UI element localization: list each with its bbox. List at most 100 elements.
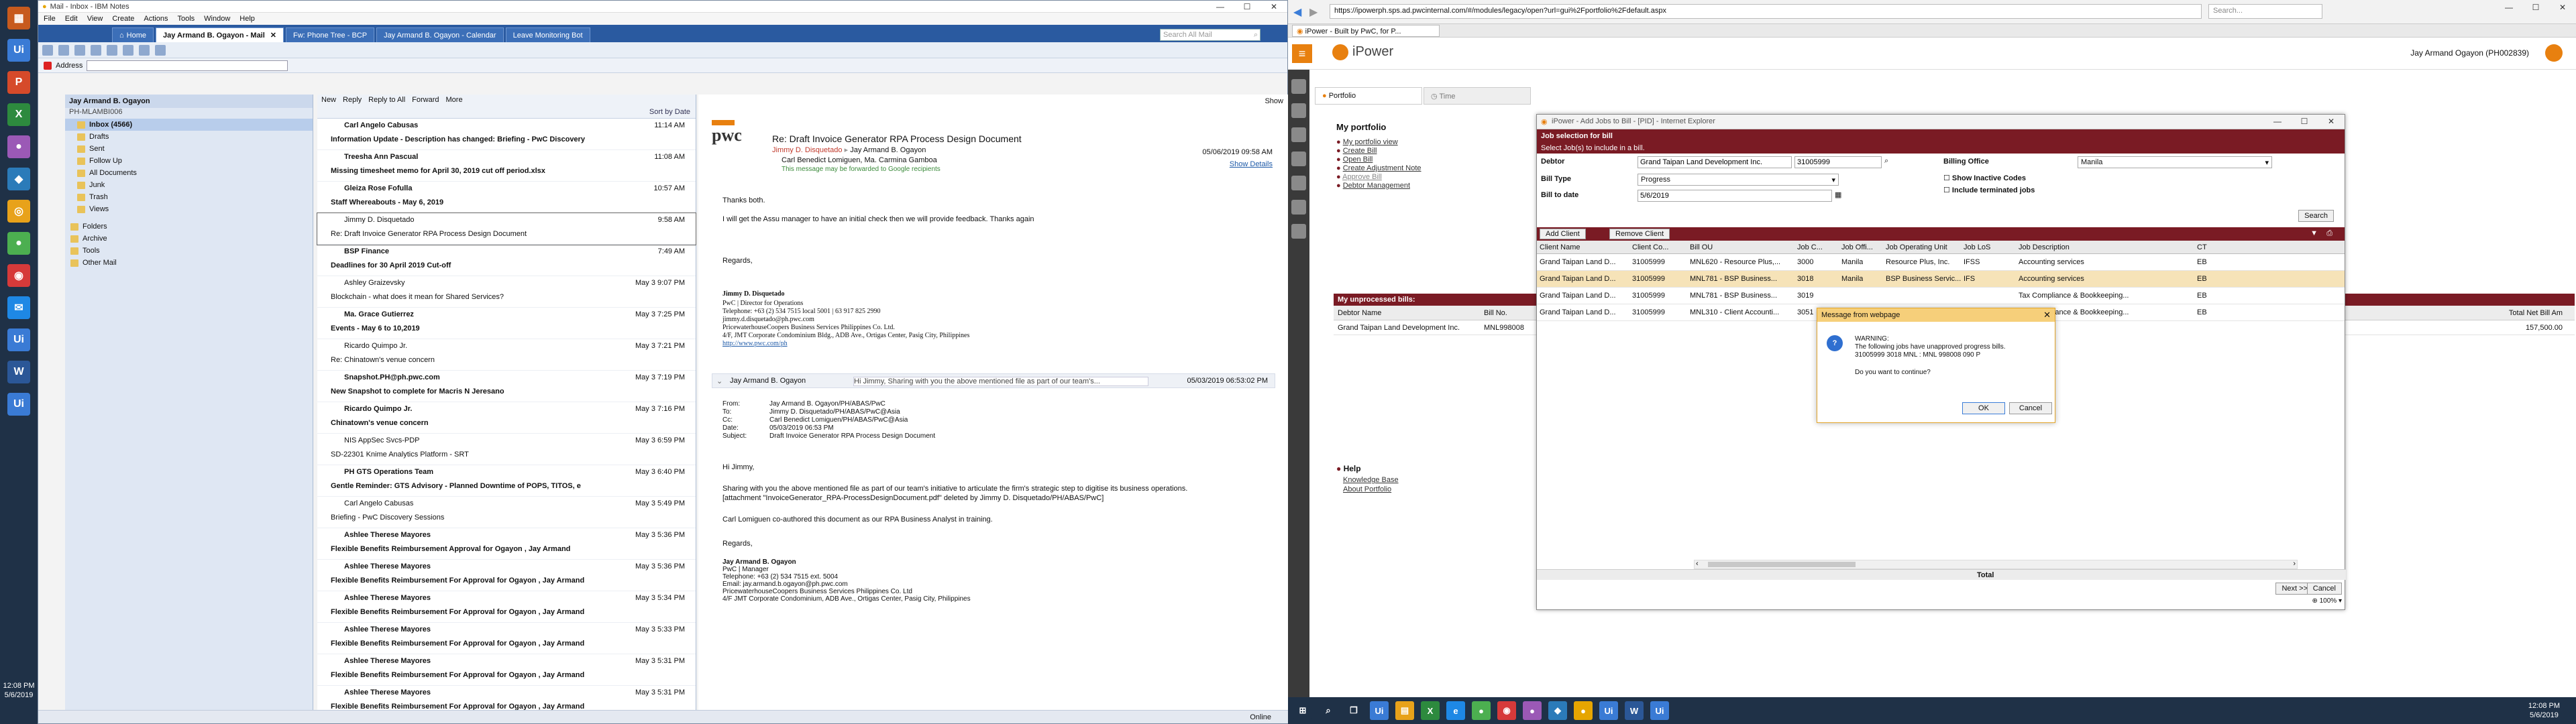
tab-portfolio[interactable]: ● Portfolio bbox=[1315, 87, 1422, 105]
portfolio-link[interactable]: ● Open Bill bbox=[1336, 156, 1421, 164]
bookmark-icon[interactable] bbox=[107, 44, 117, 56]
message-row[interactable]: Ashlee Therese Mayores May 3 5:31 PM Flexi… bbox=[317, 654, 696, 686]
app-icon[interactable]: Ui bbox=[7, 328, 30, 351]
reply-all-button[interactable]: Reply to All bbox=[368, 96, 405, 104]
maximize-button[interactable]: ☐ bbox=[2522, 3, 2549, 12]
menu-edit[interactable]: Edit bbox=[65, 15, 78, 23]
collapse-icon[interactable]: ⌄ bbox=[716, 377, 722, 385]
app-icon[interactable]: Ui bbox=[1650, 701, 1669, 720]
billing-office-select[interactable]: Manila ▾ bbox=[2078, 156, 2272, 168]
nav-folders[interactable]: Folders bbox=[65, 221, 313, 233]
tab-mail[interactable]: Jay Armand B. Ogayon - Mail ✕ bbox=[156, 27, 284, 42]
message-row[interactable]: Snapshot.PH@ph.pwc.com May 3 7:19 PM New S… bbox=[317, 371, 696, 402]
nav-views[interactable]: Views bbox=[65, 203, 313, 215]
refresh-icon[interactable] bbox=[74, 44, 85, 56]
tab-phone-tree[interactable]: Fw: Phone Tree - BCP bbox=[286, 27, 375, 42]
nav-follow-up[interactable]: Follow Up bbox=[65, 155, 313, 167]
new-button[interactable]: New bbox=[321, 96, 336, 104]
flag-icon[interactable] bbox=[155, 44, 166, 56]
col-job-los[interactable]: Job LoS bbox=[1964, 243, 1990, 251]
app-icon[interactable]: W bbox=[7, 361, 30, 383]
scroll-right-icon[interactable]: › bbox=[2293, 560, 2296, 568]
message-row[interactable]: NIS AppSec Svcs-PDP May 3 6:59 PM SD-22301… bbox=[317, 434, 696, 465]
nav-inbox[interactable]: Inbox (4566) bbox=[65, 119, 313, 131]
col-job-operating-unit[interactable]: Job Operating Unit bbox=[1886, 243, 1947, 251]
app-icon[interactable]: ✉ bbox=[7, 296, 30, 319]
user-name[interactable]: Jay Armand Ogayon (PH002839) bbox=[2410, 48, 2529, 58]
portfolio-link[interactable]: ● Approve Bill bbox=[1336, 173, 1421, 182]
nav-all-documents[interactable]: All Documents bbox=[65, 167, 313, 179]
tag-icon[interactable] bbox=[1291, 176, 1306, 190]
app-icon[interactable]: P bbox=[7, 71, 30, 94]
thread-row[interactable]: ⌄ Jay Armand B. Ogayon Hi Jimmy, Sharing… bbox=[712, 373, 1275, 388]
message-row[interactable]: Treesha Ann Pascual 11:08 AM Missing times… bbox=[317, 150, 696, 182]
app-icon[interactable]: ◆ bbox=[7, 168, 30, 190]
app-icon[interactable]: Ui bbox=[7, 393, 30, 416]
app-icon[interactable]: ◎ bbox=[7, 200, 30, 223]
app-icon[interactable]: ◉ bbox=[1497, 701, 1516, 720]
col-job-office[interactable]: Job Offi... bbox=[1841, 243, 1873, 251]
taskbar-clock[interactable]: 12:08 PM 5/6/2019 bbox=[0, 681, 38, 700]
portfolio-link[interactable]: ● My portfolio view bbox=[1336, 138, 1421, 147]
people-icon[interactable] bbox=[1291, 103, 1306, 118]
menu-icon[interactable]: ≡ bbox=[1292, 44, 1312, 63]
menu-actions[interactable]: Actions bbox=[144, 15, 168, 23]
close-icon[interactable]: ✕ bbox=[270, 31, 276, 40]
nav-archive[interactable]: Archive bbox=[65, 233, 313, 245]
message-row[interactable]: Ashlee Therese Mayores May 3 5:36 PM Flexi… bbox=[317, 528, 696, 560]
forward-icon[interactable] bbox=[58, 44, 69, 56]
minimize-button[interactable]: — bbox=[1207, 2, 1234, 11]
message-row[interactable]: Ashlee Therese Mayores May 3 5:36 PM Flexi… bbox=[317, 560, 696, 591]
message-row[interactable]: Ma. Grace Gutierrez May 3 7:25 PM Events -… bbox=[317, 308, 696, 339]
reply-button[interactable]: Reply bbox=[343, 96, 362, 104]
mail-search-box[interactable]: Search All Mail ⌕ bbox=[1160, 29, 1260, 41]
filter-icon[interactable]: ▼ bbox=[2310, 229, 2318, 237]
app-icon[interactable]: ▦ bbox=[7, 7, 30, 29]
search-icon[interactable]: ⌕ bbox=[1319, 701, 1338, 720]
app-icon[interactable]: Ui bbox=[1599, 701, 1618, 720]
signature-line[interactable]: http://www.pwc.com/ph bbox=[722, 340, 969, 348]
message-row[interactable]: Ashlee Therese Mayores May 3 5:33 PM Flexi… bbox=[317, 623, 696, 654]
tab-leave-bot[interactable]: Leave Monitoring Bot bbox=[505, 27, 590, 42]
attach-icon[interactable] bbox=[139, 44, 150, 56]
tab-calendar[interactable]: Jay Armand B. Ogayon - Calendar bbox=[376, 27, 504, 42]
more-button[interactable]: More bbox=[446, 96, 463, 104]
message-row[interactable]: PH GTS Operations Team May 3 6:40 PM Gentl… bbox=[317, 465, 696, 497]
close-button[interactable]: ✕ bbox=[1260, 2, 1287, 11]
message-row[interactable]: Gleiza Rose Fofulla 10:57 AM Staff Whereab… bbox=[317, 182, 696, 213]
browser-tab[interactable]: ◉ iPower - Built by PwC, for P... bbox=[1292, 25, 1440, 37]
scrollbar-thumb[interactable] bbox=[1708, 562, 1856, 567]
back-icon[interactable]: ◀ bbox=[1293, 5, 1301, 19]
minimize-button[interactable]: — bbox=[2496, 3, 2522, 12]
home-icon[interactable] bbox=[1291, 79, 1306, 94]
nav-sent[interactable]: Sent bbox=[65, 143, 313, 155]
include-terminated-checkbox[interactable]: ☐ Include terminated jobs bbox=[1943, 186, 2035, 194]
task-view-icon[interactable]: ❐ bbox=[1344, 701, 1363, 720]
cancel-button[interactable]: Cancel bbox=[2306, 583, 2342, 595]
close-button[interactable]: ✕ bbox=[2549, 3, 2576, 12]
address-input[interactable] bbox=[87, 60, 288, 71]
col-job-code[interactable]: Job C... bbox=[1797, 243, 1823, 251]
job-row[interactable]: Grand Taipan Land D... 31005999 MNL781 - B… bbox=[1537, 288, 2345, 304]
user-avatar-icon[interactable] bbox=[2545, 44, 2563, 62]
message-row[interactable]: Ricardo Quimpo Jr. May 3 7:16 PM Chinatown… bbox=[317, 402, 696, 434]
email-to[interactable]: Jay Armand B. Ogayon bbox=[850, 146, 926, 154]
nav-tools[interactable]: Tools bbox=[65, 245, 313, 257]
scroll-left-icon[interactable]: ‹ bbox=[1696, 560, 1699, 568]
help-link-knowledge[interactable]: Knowledge Base bbox=[1343, 476, 1399, 484]
maximize-button[interactable]: ☐ bbox=[2291, 117, 2318, 126]
app-icon[interactable]: Ui bbox=[7, 39, 30, 62]
nav-junk[interactable]: Junk bbox=[65, 179, 313, 191]
app-icon[interactable]: ● bbox=[1472, 701, 1491, 720]
app-icon[interactable]: X bbox=[1421, 701, 1440, 720]
app-icon[interactable]: ● bbox=[1523, 701, 1542, 720]
col-client-name[interactable]: Client Name bbox=[1540, 243, 1580, 251]
message-row[interactable]: Ashlee Therese Mayores May 3 5:34 PM Flexi… bbox=[317, 591, 696, 623]
calendar-icon[interactable]: ▦ bbox=[1835, 190, 1841, 199]
message-row[interactable]: BSP Finance 7:49 AM Deadlines for 30 April… bbox=[317, 245, 696, 276]
message-row[interactable]: Carl Angelo Cabusas May 3 5:49 PM Briefing… bbox=[317, 497, 696, 528]
ok-button[interactable]: OK bbox=[1962, 402, 2005, 414]
menu-window[interactable]: Window bbox=[204, 15, 230, 23]
message-row[interactable]: Ashley Graizevsky May 3 9:07 PM Blockchain… bbox=[317, 276, 696, 308]
url-input[interactable]: https://ipowerph.sps.ad.pwcinternal.com/… bbox=[1330, 4, 2202, 19]
